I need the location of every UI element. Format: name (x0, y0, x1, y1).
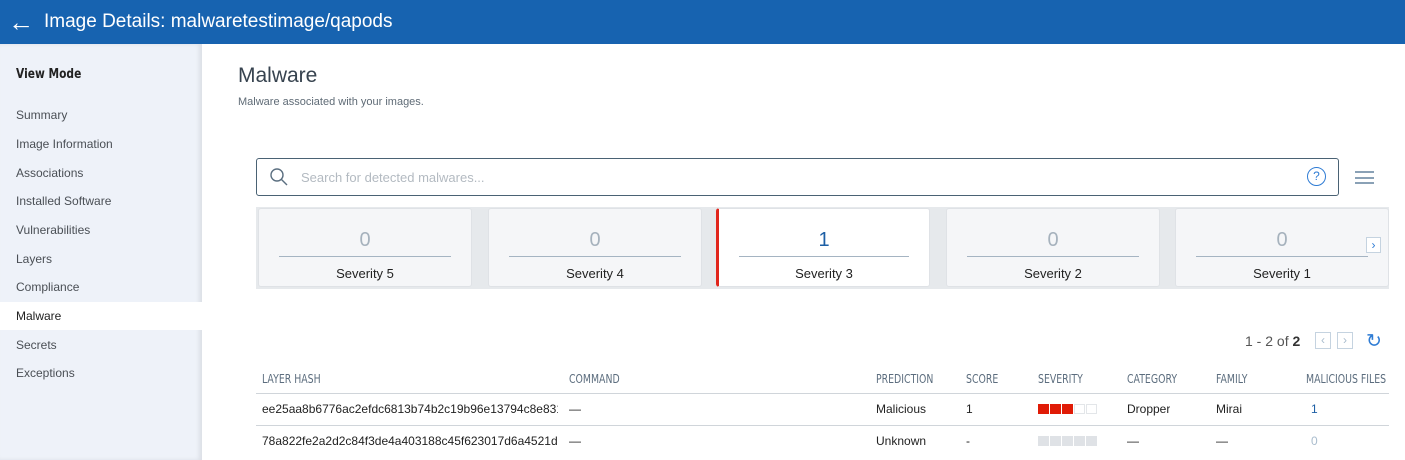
layer-hash-cell: ee25aa8b6776ac2efdc6813b74b2c19b96e13794… (262, 402, 558, 416)
severity-1-card[interactable]: 0 Severity 1 (1175, 208, 1389, 287)
divider (509, 256, 681, 257)
column-header-prediction[interactable]: PREDICTION (876, 372, 933, 386)
column-header-score[interactable]: SCORE (966, 372, 998, 386)
sidebar-item-secrets[interactable]: Secrets (0, 331, 202, 359)
severity-4-card[interactable]: 0 Severity 4 (488, 208, 702, 287)
previous-page-button[interactable]: ‹ (1315, 332, 1331, 349)
search-bar: ? (256, 158, 1339, 196)
top-bar: ← Image Details: malwaretestimage/qapods (0, 0, 1405, 44)
category-cell: — (1127, 434, 1139, 448)
page-title: Malware (238, 64, 318, 87)
column-header-category[interactable]: CATEGORY (1127, 372, 1177, 386)
pagination-info: 1 - 2 of 2 (1245, 333, 1300, 349)
sidebar-item-summary[interactable]: Summary (0, 101, 202, 129)
severity-bar (1038, 404, 1097, 414)
scroll-right-chevron-icon[interactable]: › (1366, 237, 1381, 253)
sidebar-item-compliance[interactable]: Compliance (0, 273, 202, 301)
page-header-title: Image Details: malwaretestimage/qapods (44, 11, 393, 32)
severity-count: 0 (589, 229, 601, 251)
sidebar-item-associations[interactable]: Associations (0, 159, 202, 187)
divider (1196, 256, 1368, 257)
help-icon[interactable]: ? (1307, 167, 1326, 186)
divider (279, 256, 451, 257)
malicious-files-link[interactable]: 0 (1311, 434, 1318, 448)
sidebar-item-vulnerabilities[interactable]: Vulnerabilities (0, 216, 202, 244)
command-cell: — (569, 402, 581, 416)
search-input[interactable] (301, 169, 1261, 185)
column-header-malicious-files[interactable]: MALICIOUS FILES (1306, 372, 1386, 386)
divider (967, 256, 1139, 257)
header-divider (256, 393, 1389, 394)
severity-count: 1 (818, 229, 830, 251)
column-header-command[interactable]: COMMAND (569, 372, 620, 386)
severity-3-card[interactable]: 1 Severity 3 (716, 208, 930, 287)
pagination-range: 1 - 2 of (1245, 333, 1289, 349)
severity-2-card[interactable]: 0 Severity 2 (946, 208, 1160, 287)
family-cell: — (1216, 434, 1228, 448)
score-cell: - (966, 434, 970, 448)
column-header-layer-hash[interactable]: LAYER HASH (262, 372, 321, 386)
pagination-total: 2 (1292, 333, 1301, 349)
page-subtitle: Malware associated with your images. (238, 96, 424, 108)
sidebar-item-image-information[interactable]: Image Information (0, 130, 202, 158)
score-cell: 1 (966, 402, 973, 416)
row-divider (256, 425, 1389, 426)
next-page-button[interactable]: › (1337, 332, 1353, 349)
severity-count: 0 (359, 229, 371, 251)
command-cell: — (569, 434, 581, 448)
severity-label: Severity 4 (566, 266, 624, 281)
family-cell: Mirai (1216, 402, 1242, 416)
back-arrow-icon[interactable]: ← (8, 9, 38, 35)
severity-bar (1038, 436, 1097, 446)
severity-label: Severity 3 (795, 266, 853, 281)
severity-count: 0 (1276, 229, 1288, 251)
severity-label: Severity 1 (1253, 266, 1311, 281)
search-icon (270, 168, 288, 186)
layer-hash-cell: 78a822fe2a2d2c84f3de4a403188c45f623017d6… (262, 434, 558, 448)
column-header-family[interactable]: FAMILY (1216, 372, 1247, 386)
severity-label: Severity 5 (336, 266, 394, 281)
divider (739, 256, 909, 257)
prediction-cell: Malicious (876, 402, 927, 416)
refresh-icon[interactable]: ↻ (1366, 330, 1382, 353)
view-mode-heading: View Mode (16, 67, 82, 82)
sidebar-item-layers[interactable]: Layers (0, 245, 202, 273)
column-header-severity[interactable]: SEVERITY (1038, 372, 1083, 386)
sidebar: View Mode Summary Image Information Asso… (0, 44, 202, 460)
sidebar-item-malware[interactable]: Malware (0, 302, 202, 330)
severity-5-card[interactable]: 0 Severity 5 (258, 208, 472, 287)
malicious-files-link[interactable]: 1 (1311, 402, 1318, 416)
sidebar-item-exceptions[interactable]: Exceptions (0, 359, 202, 387)
category-cell: Dropper (1127, 402, 1171, 416)
prediction-cell: Unknown (876, 434, 927, 448)
severity-count: 0 (1047, 229, 1059, 251)
sidebar-item-installed-software[interactable]: Installed Software (0, 187, 202, 215)
menu-icon[interactable] (1355, 171, 1374, 184)
severity-label: Severity 2 (1024, 266, 1082, 281)
